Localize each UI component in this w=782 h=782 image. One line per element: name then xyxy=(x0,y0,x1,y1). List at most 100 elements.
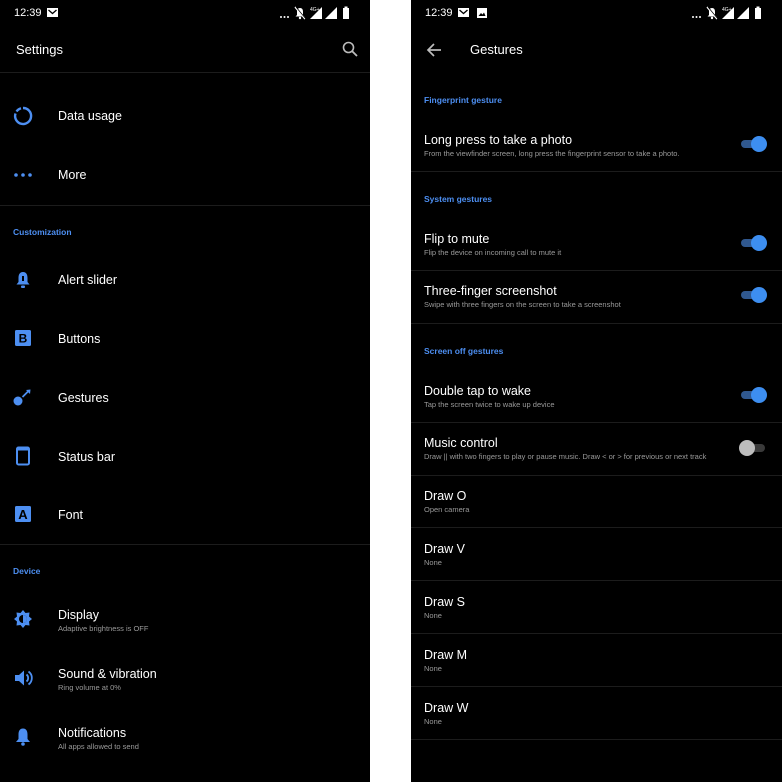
gesture-label: Draw M xyxy=(424,648,468,662)
gesture-summary: Flip the device on incoming call to mute… xyxy=(424,248,562,257)
back-arrow-icon[interactable] xyxy=(426,42,442,58)
three-finger-toggle[interactable] xyxy=(739,287,767,303)
settings-item-label: Data usage xyxy=(58,109,122,123)
divider xyxy=(411,739,782,740)
status-time: 12:39 xyxy=(425,7,453,19)
battery-icon xyxy=(343,8,349,19)
gesture-label: Draw W xyxy=(424,701,469,715)
divider xyxy=(411,633,782,634)
status-bar: 12:39 4G+ xyxy=(0,0,370,28)
muted-bell-icon xyxy=(294,6,307,20)
gesture-row-draw-w[interactable]: Draw W None xyxy=(411,688,782,739)
divider xyxy=(411,527,782,528)
settings-item-label: Alert slider xyxy=(58,273,118,287)
muted-bell-icon xyxy=(706,6,719,20)
signal-2-icon xyxy=(325,7,337,19)
settings-item-summary: Adaptive brightness is OFF xyxy=(58,624,149,633)
settings-item-label: Gestures xyxy=(58,391,109,405)
mail-notification-icon xyxy=(47,8,58,17)
gesture-summary: None xyxy=(424,558,442,567)
status-bar: 12:39 4G+ xyxy=(411,0,782,28)
divider xyxy=(411,580,782,581)
section-header-device: Device xyxy=(13,566,41,576)
gesture-row-long-press[interactable]: Long press to take a photo From the view… xyxy=(411,120,782,170)
svg-text:B: B xyxy=(19,332,28,346)
sound-icon xyxy=(15,670,33,686)
gesture-label: Draw O xyxy=(424,489,467,503)
settings-item-status-bar[interactable]: Status bar xyxy=(0,430,370,482)
settings-item-label: Font xyxy=(58,508,84,522)
settings-item-notifications[interactable]: Notifications All apps allowed to send xyxy=(0,712,370,764)
status-bar-icon xyxy=(16,446,30,466)
alert-slider-icon xyxy=(16,272,30,288)
search-icon[interactable] xyxy=(342,41,358,57)
divider xyxy=(0,544,370,545)
music-control-toggle[interactable] xyxy=(739,440,767,456)
gesture-label: Draw V xyxy=(424,542,465,556)
gesture-label: Three-finger screenshot xyxy=(424,284,557,298)
gesture-label: Music control xyxy=(424,436,498,450)
gesture-row-draw-m[interactable]: Draw M None xyxy=(411,635,782,686)
settings-item-label: Sound & vibration xyxy=(58,667,157,681)
long-press-toggle[interactable] xyxy=(739,136,767,152)
gesture-row-three-finger[interactable]: Three-finger screenshot Swipe with three… xyxy=(411,271,782,322)
app-bar: Settings xyxy=(0,28,370,72)
mail-notification-icon xyxy=(458,8,469,17)
gesture-label: Draw S xyxy=(424,595,465,609)
battery-icon xyxy=(755,8,761,19)
gesture-summary: None xyxy=(424,717,442,726)
gesture-row-music-control[interactable]: Music control Draw || with two fingers t… xyxy=(411,423,782,474)
settings-item-data-usage[interactable]: Data usage xyxy=(0,90,370,142)
settings-item-gestures[interactable]: Gestures xyxy=(0,371,370,423)
divider xyxy=(0,205,370,206)
status-time: 12:39 xyxy=(14,7,42,19)
gestures-screen: 12:39 4G+ Gestures Fingerprint gesture L… xyxy=(411,0,782,782)
gesture-label: Long press to take a photo xyxy=(424,133,573,147)
gesture-summary: None xyxy=(424,611,442,620)
gesture-row-draw-v[interactable]: Draw V None xyxy=(411,529,782,580)
settings-item-label: Status bar xyxy=(58,450,115,464)
gesture-row-draw-o[interactable]: Draw O Open camera xyxy=(411,476,782,527)
settings-item-label: Display xyxy=(58,608,99,622)
settings-item-font[interactable]: A Font xyxy=(0,488,370,540)
double-tap-toggle[interactable] xyxy=(739,387,767,403)
settings-item-label: More xyxy=(58,168,87,182)
gesture-summary: Draw || with two fingers to play or paus… xyxy=(424,452,707,461)
settings-item-summary: All apps allowed to send xyxy=(58,742,139,751)
settings-item-label: Buttons xyxy=(58,332,101,346)
page-title: Settings xyxy=(16,42,63,57)
image-notification-icon xyxy=(477,8,487,18)
settings-item-display[interactable]: Display Adaptive brightness is OFF xyxy=(0,594,370,646)
divider xyxy=(411,323,782,324)
section-header-customization: Customization xyxy=(13,227,72,237)
signal-2-icon xyxy=(737,7,749,19)
gesture-summary: Swipe with three fingers on the screen t… xyxy=(424,300,621,309)
gesture-label: Flip to mute xyxy=(424,232,490,246)
system-status-icons: 4G+ xyxy=(280,6,349,20)
divider xyxy=(0,72,370,73)
section-header-fingerprint: Fingerprint gesture xyxy=(424,95,502,105)
settings-item-more[interactable]: More xyxy=(0,149,370,201)
app-bar: Gestures xyxy=(411,28,782,72)
gesture-summary: Tap the screen twice to wake up device xyxy=(424,400,555,409)
display-icon xyxy=(14,610,32,628)
gesture-row-draw-s[interactable]: Draw S None xyxy=(411,582,782,633)
svg-text:A: A xyxy=(18,507,28,522)
divider xyxy=(411,686,782,687)
settings-item-label: Notifications xyxy=(58,726,127,740)
data-usage-icon xyxy=(13,106,33,126)
section-header-system: System gestures xyxy=(424,194,493,204)
flip-to-mute-toggle[interactable] xyxy=(739,235,767,251)
settings-item-summary: Ring volume at 0% xyxy=(58,683,121,692)
page-title: Gestures xyxy=(470,42,523,57)
gesture-row-double-tap[interactable]: Double tap to wake Tap the screen twice … xyxy=(411,371,782,421)
gesture-label: Double tap to wake xyxy=(424,384,532,398)
gestures-icon xyxy=(13,389,31,406)
settings-item-sound[interactable]: Sound & vibration Ring volume at 0% xyxy=(0,653,370,705)
settings-item-buttons[interactable]: B Buttons xyxy=(0,312,370,364)
gesture-row-flip-to-mute[interactable]: Flip to mute Flip the device on incoming… xyxy=(411,219,782,269)
divider xyxy=(411,171,782,172)
notifications-icon xyxy=(16,728,30,746)
settings-item-alert-slider[interactable]: Alert slider xyxy=(0,253,370,305)
settings-screen: 12:39 4G+ Settings Data usage More Custo… xyxy=(0,0,370,782)
